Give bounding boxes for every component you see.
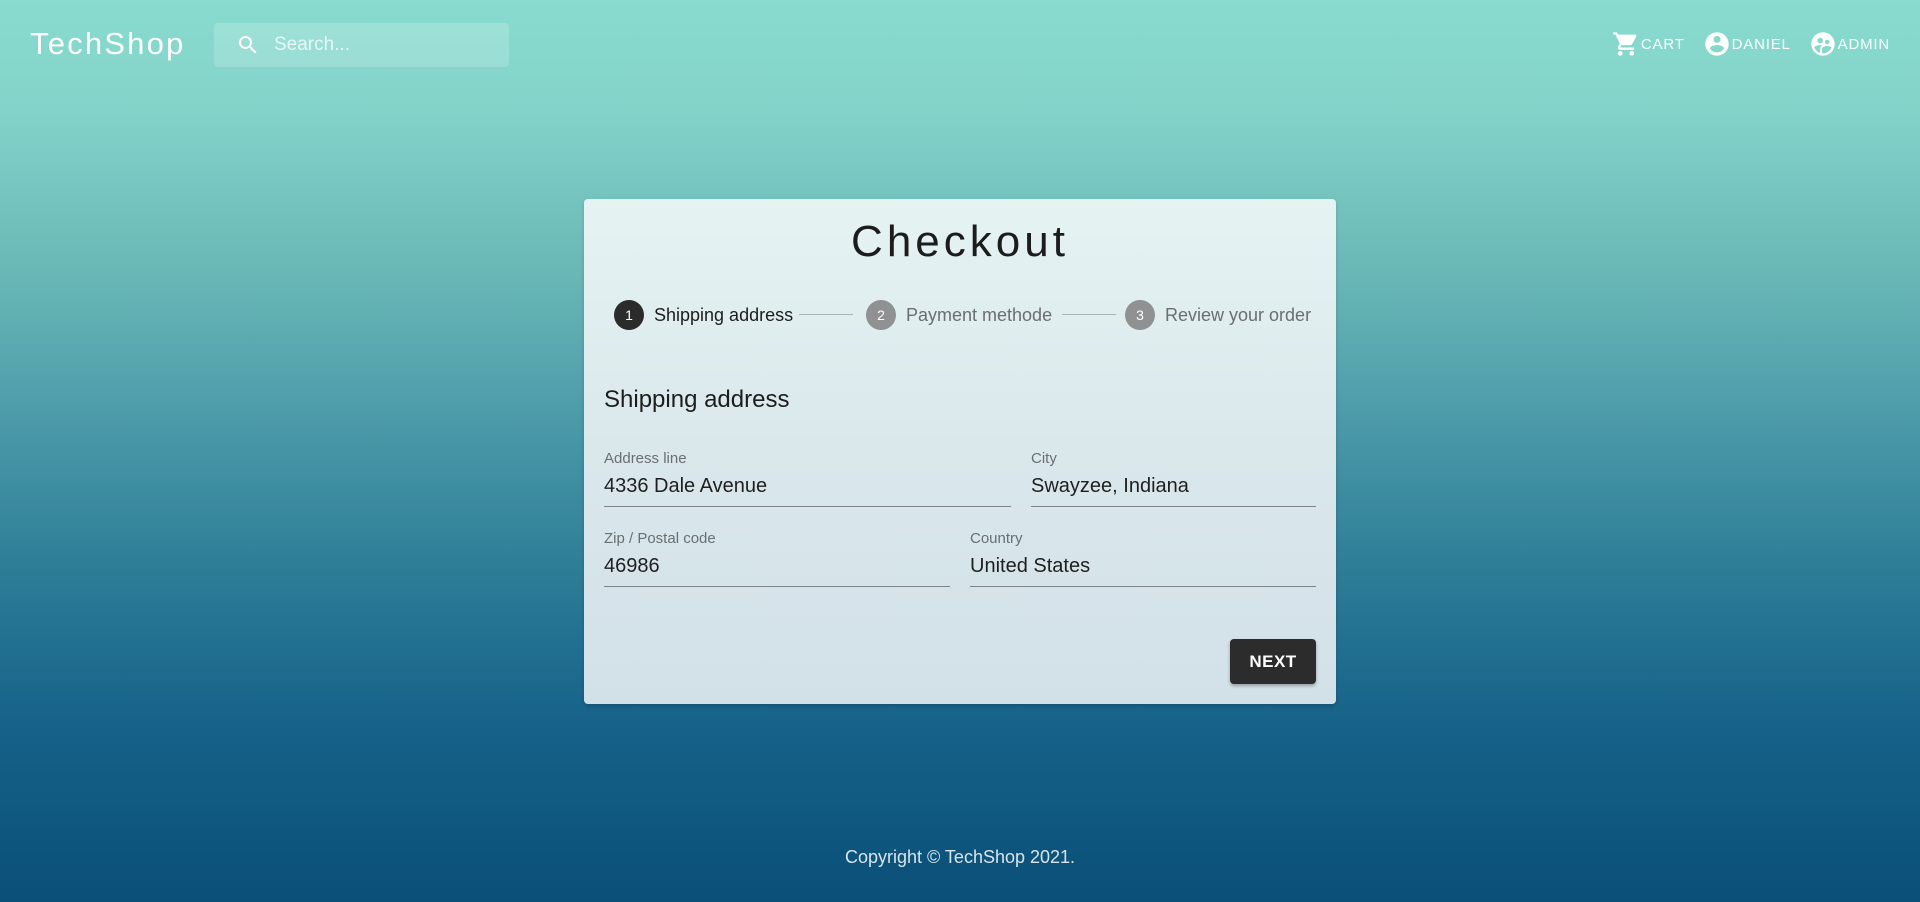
country-field[interactable]: Country United States — [970, 530, 1316, 587]
cart-icon — [1613, 32, 1637, 56]
field-label: Zip / Postal code — [604, 530, 716, 547]
section-title: Shipping address — [604, 386, 790, 413]
admin-label: ADMIN — [1837, 35, 1890, 53]
step-payment: 2 Payment methode — [866, 300, 1052, 330]
step-label: Payment methode — [906, 304, 1053, 325]
step-review: 3 Review your order — [1125, 300, 1311, 330]
checkout-card: Checkout 1 Shipping address 2 Payment me… — [584, 199, 1336, 704]
step-label: Shipping address — [654, 304, 794, 325]
supervisor-account-icon — [1810, 32, 1835, 56]
search-bar[interactable] — [214, 23, 509, 67]
step-number: 2 — [866, 300, 896, 330]
zip-field[interactable]: Zip / Postal code 46986 — [604, 530, 950, 587]
step-number: 3 — [1125, 300, 1155, 330]
country-input[interactable]: United States — [970, 555, 1090, 578]
checkout-stepper: 1 Shipping address 2 Payment methode 3 R… — [614, 300, 1311, 330]
admin-menu[interactable]: ADMIN — [1809, 30, 1890, 58]
cart-link[interactable]: CART — [1612, 30, 1685, 58]
step-connector — [799, 314, 853, 315]
zip-input[interactable]: 46986 — [604, 555, 660, 578]
cart-label: CART — [1640, 35, 1685, 53]
step-connector — [1062, 314, 1116, 315]
address-field[interactable]: Address line 4336 Dale Avenue — [604, 450, 1011, 507]
user-menu[interactable]: DANIEL — [1703, 30, 1791, 58]
user-label: DANIEL — [1731, 35, 1791, 53]
header-nav: CART DANIEL ADMIN — [1612, 30, 1890, 58]
step-number: 1 — [614, 300, 644, 330]
app-header: TechShop CART DANIEL ADMIN — [0, 0, 1920, 90]
logo[interactable]: TechShop — [30, 26, 185, 62]
footer-copyright: Copyright © TechShop 2021. — [844, 847, 1076, 867]
account-circle-icon — [1704, 32, 1729, 56]
page-title: Checkout — [851, 217, 1069, 266]
field-label: Address line — [604, 450, 687, 467]
city-field[interactable]: City Swayzee, Indiana — [1031, 450, 1316, 507]
field-label: Country — [970, 530, 1023, 547]
next-button[interactable]: NEXT — [1230, 639, 1316, 684]
address-input[interactable]: 4336 Dale Avenue — [604, 475, 767, 498]
field-label: City — [1031, 450, 1057, 467]
search-icon — [239, 36, 257, 54]
step-shipping: 1 Shipping address — [614, 300, 793, 330]
step-label: Review your order — [1165, 304, 1312, 325]
city-input[interactable]: Swayzee, Indiana — [1031, 475, 1189, 498]
search-input[interactable] — [274, 23, 499, 67]
